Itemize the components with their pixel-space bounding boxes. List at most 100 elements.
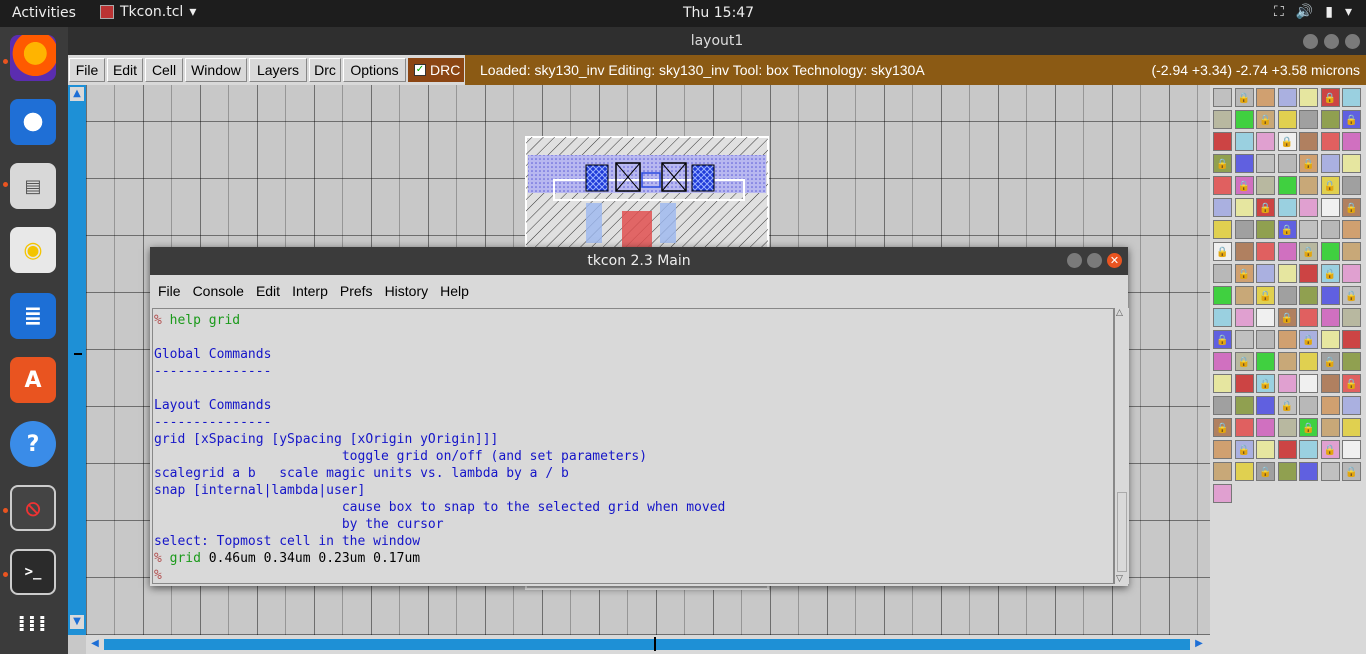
layer-swatch[interactable] bbox=[1342, 440, 1361, 459]
layer-swatch[interactable] bbox=[1342, 396, 1361, 415]
minimize-button[interactable] bbox=[1303, 34, 1318, 49]
layer-swatch[interactable] bbox=[1320, 396, 1340, 415]
tk-menu-interp[interactable]: Interp bbox=[288, 283, 332, 299]
layer-swatch[interactable] bbox=[1256, 88, 1275, 107]
layer-swatch[interactable] bbox=[1234, 462, 1254, 481]
layer-swatch[interactable]: 🔒 bbox=[1256, 198, 1275, 217]
layer-swatch[interactable] bbox=[1299, 88, 1318, 107]
layer-swatch[interactable]: 🔒 bbox=[1277, 132, 1297, 151]
layer-swatch[interactable] bbox=[1213, 286, 1232, 305]
firefox-icon[interactable] bbox=[10, 35, 56, 81]
menu-drc[interactable]: Drc bbox=[309, 58, 341, 82]
layer-swatch[interactable] bbox=[1213, 396, 1232, 415]
layer-swatch[interactable] bbox=[1234, 242, 1254, 261]
layer-swatch[interactable] bbox=[1299, 396, 1318, 415]
help-icon[interactable]: ? bbox=[10, 421, 56, 467]
layer-swatch[interactable] bbox=[1320, 374, 1340, 393]
layer-swatch[interactable] bbox=[1234, 308, 1254, 327]
scroll-right-icon[interactable]: ▶ bbox=[1192, 637, 1206, 651]
drc-toggle[interactable]: ✓ DRC bbox=[408, 58, 464, 82]
layer-swatch[interactable] bbox=[1213, 352, 1232, 371]
tk-menu-console[interactable]: Console bbox=[189, 283, 248, 299]
minimize-button[interactable] bbox=[1067, 253, 1082, 268]
volume-icon[interactable]: 🔊 bbox=[1296, 4, 1313, 20]
app-menu[interactable]: Tkcon.tcl ▾ bbox=[100, 4, 196, 20]
tkcon-titlebar[interactable]: tkcon 2.3 Main ✕ bbox=[150, 247, 1128, 275]
layer-swatch[interactable]: 🔒 bbox=[1320, 88, 1340, 107]
layer-swatch[interactable] bbox=[1342, 264, 1361, 283]
layer-swatch[interactable] bbox=[1299, 440, 1318, 459]
layer-swatch[interactable]: 🔒 bbox=[1320, 176, 1340, 195]
layer-swatch[interactable] bbox=[1213, 198, 1232, 217]
console-scrollbar[interactable]: △ ▽ bbox=[1114, 308, 1129, 584]
system-tray[interactable]: ⛶ 🔊 ▮ ▾ bbox=[1274, 4, 1352, 20]
layer-swatch[interactable] bbox=[1256, 220, 1275, 239]
layer-swatch[interactable]: 🔒 bbox=[1213, 242, 1232, 261]
layer-swatch[interactable] bbox=[1320, 418, 1340, 437]
layer-swatch[interactable] bbox=[1342, 330, 1361, 349]
battery-icon[interactable]: ▮ bbox=[1325, 4, 1333, 20]
layer-swatch[interactable] bbox=[1213, 462, 1232, 481]
horizontal-scroll-thumb[interactable] bbox=[104, 639, 1190, 650]
layer-swatch[interactable] bbox=[1299, 110, 1318, 129]
console-scroll-thumb[interactable] bbox=[1117, 492, 1127, 572]
layer-palette[interactable]: 🔒 🔒 🔒 🔒 🔒 🔒 🔒 🔒 🔒 🔒 🔒 🔒 🔒 🔒 🔒 🔒 🔒 🔒 🔒 🔒 🔒 🔒 🔒 🔒 🔒 🔒 🔒 🔒 🔒 🔒 🔒 🔒 bbox=[1210, 85, 1366, 654]
layer-swatch[interactable] bbox=[1320, 198, 1340, 217]
tk-menu-prefs[interactable]: Prefs bbox=[336, 283, 377, 299]
layer-swatch[interactable] bbox=[1320, 110, 1340, 129]
layer-swatch[interactable]: 🔒 bbox=[1277, 308, 1297, 327]
layer-swatch[interactable]: 🔒 bbox=[1320, 352, 1340, 371]
layer-swatch[interactable] bbox=[1213, 484, 1232, 503]
menu-layers[interactable]: Layers bbox=[249, 58, 307, 82]
files-icon[interactable]: ▤ bbox=[10, 163, 56, 209]
layer-swatch[interactable]: 🔒 bbox=[1342, 198, 1361, 217]
layer-swatch[interactable] bbox=[1277, 418, 1297, 437]
layer-swatch[interactable] bbox=[1213, 440, 1232, 459]
scroll-down-icon[interactable]: ▽ bbox=[1116, 574, 1123, 584]
clock[interactable]: Thu 15:47 bbox=[683, 5, 754, 21]
software-icon[interactable]: A bbox=[10, 357, 56, 403]
layer-swatch[interactable] bbox=[1234, 286, 1254, 305]
console-output[interactable]: % help grid Global Commands --------------… bbox=[152, 308, 1114, 584]
network-icon[interactable]: ⛶ bbox=[1274, 4, 1284, 20]
layer-swatch[interactable]: 🔒 bbox=[1256, 110, 1275, 129]
layer-swatch[interactable]: 🔒 bbox=[1234, 88, 1254, 107]
layer-swatch[interactable]: 🔒 bbox=[1256, 462, 1275, 481]
layer-swatch[interactable] bbox=[1277, 462, 1297, 481]
layer-swatch[interactable] bbox=[1256, 176, 1275, 195]
terminal-icon[interactable]: >_ bbox=[10, 549, 56, 595]
layer-swatch[interactable] bbox=[1320, 308, 1340, 327]
layer-swatch[interactable] bbox=[1234, 330, 1254, 349]
menu-window[interactable]: Window bbox=[185, 58, 247, 82]
layer-swatch[interactable] bbox=[1320, 330, 1340, 349]
layer-swatch[interactable] bbox=[1213, 308, 1232, 327]
layer-swatch[interactable] bbox=[1256, 352, 1275, 371]
layer-swatch[interactable] bbox=[1256, 264, 1275, 283]
no-entry-icon[interactable]: ⦸ bbox=[10, 485, 56, 531]
layer-swatch[interactable]: 🔒 bbox=[1213, 154, 1232, 173]
layer-swatch[interactable] bbox=[1342, 242, 1361, 261]
close-button[interactable]: ✕ bbox=[1107, 253, 1122, 268]
layer-swatch[interactable] bbox=[1256, 154, 1275, 173]
layer-swatch[interactable]: 🔒 bbox=[1299, 418, 1318, 437]
tk-menu-file[interactable]: File bbox=[154, 283, 185, 299]
layer-swatch[interactable]: 🔒 bbox=[1234, 440, 1254, 459]
layer-swatch[interactable] bbox=[1299, 132, 1318, 151]
layer-swatch[interactable]: 🔒 bbox=[1234, 352, 1254, 371]
layer-swatch[interactable]: 🔒 bbox=[1342, 110, 1361, 129]
layer-swatch[interactable] bbox=[1342, 132, 1361, 151]
layer-swatch[interactable] bbox=[1277, 88, 1297, 107]
layer-swatch[interactable] bbox=[1342, 352, 1361, 371]
layer-swatch[interactable]: 🔒 bbox=[1213, 330, 1232, 349]
layer-swatch[interactable] bbox=[1342, 176, 1361, 195]
layer-swatch[interactable]: 🔒 bbox=[1277, 220, 1297, 239]
layer-swatch[interactable]: 🔒 bbox=[1320, 440, 1340, 459]
maximize-button[interactable] bbox=[1087, 253, 1102, 268]
layer-swatch[interactable] bbox=[1299, 352, 1318, 371]
layer-swatch[interactable] bbox=[1234, 418, 1254, 437]
layer-swatch[interactable] bbox=[1256, 440, 1275, 459]
layer-swatch[interactable] bbox=[1299, 308, 1318, 327]
layer-swatch[interactable] bbox=[1320, 132, 1340, 151]
layer-swatch[interactable] bbox=[1320, 154, 1340, 173]
tk-menu-edit[interactable]: Edit bbox=[252, 283, 284, 299]
